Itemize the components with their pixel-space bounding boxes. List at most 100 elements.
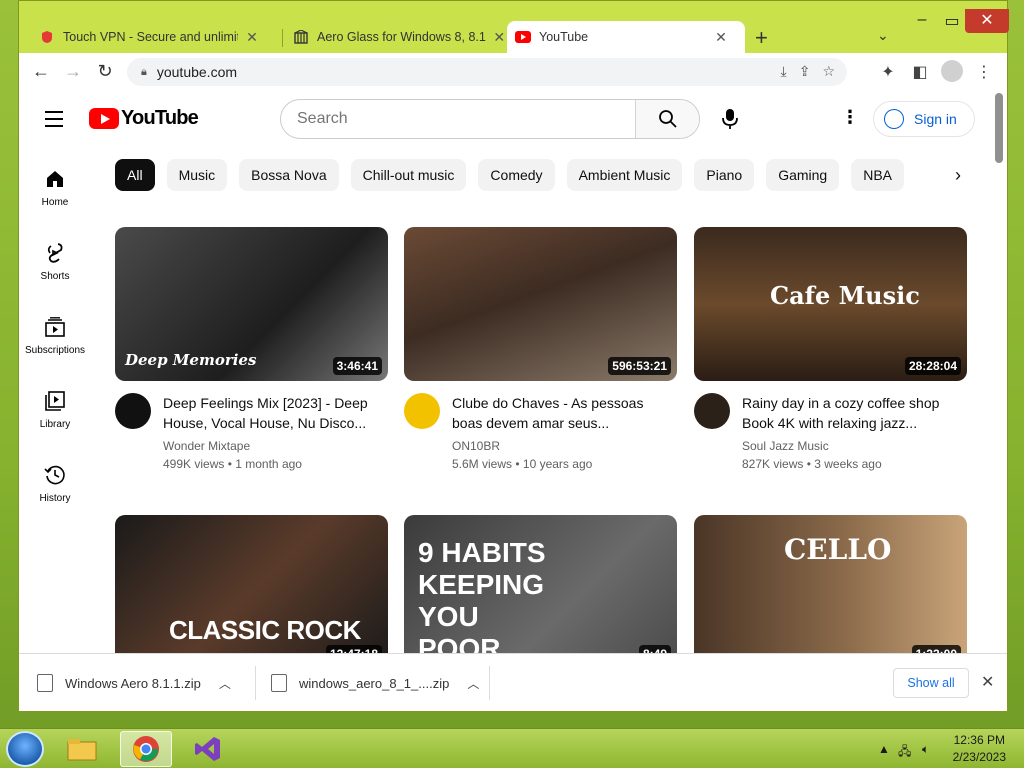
sidebar-item-history[interactable]: History (19, 463, 91, 504)
chip-all[interactable]: All (115, 159, 155, 191)
video-card[interactable]: CLASSIC ROCK 12:47:18 (115, 515, 388, 653)
chevron-up-icon[interactable]: ︿ (219, 675, 231, 692)
search-input[interactable]: Search (281, 100, 635, 138)
close-tab-icon[interactable]: ✕ (244, 29, 260, 46)
close-tab-icon[interactable]: ✕ (492, 29, 507, 46)
channel-avatar[interactable] (404, 393, 440, 429)
youtube-logo[interactable]: YouTube (89, 107, 199, 130)
video-thumbnail[interactable]: 596:53:21 (404, 227, 677, 381)
video-stats: 5.6M views • 10 years ago (452, 457, 593, 471)
show-hidden-icons-icon[interactable]: ▲ (878, 742, 890, 756)
page-scrollbar[interactable] (995, 93, 1003, 163)
channel-avatar[interactable] (694, 393, 730, 429)
tab-search-chevron-icon[interactable]: ⌄ (877, 27, 889, 44)
browser-toolbar: ← → ↻ 🔒︎ youtube.com ⤓ ⇪ ☆ ✦ ◧ ⋮ (19, 53, 1007, 91)
back-arrow-icon[interactable]: ← (29, 61, 53, 82)
tab-youtube[interactable]: YouTube ✕ (507, 21, 745, 53)
chevron-up-icon[interactable]: ︿ (467, 675, 479, 692)
chip-comedy[interactable]: Comedy (478, 159, 555, 191)
chrome-menu-icon[interactable]: ⋮ (973, 62, 995, 82)
forward-arrow-icon[interactable]: → (61, 61, 85, 82)
sidebar-item-home[interactable]: Home (19, 167, 91, 208)
install-app-icon[interactable]: ⤓ (781, 63, 787, 80)
tab-aero-glass[interactable]: Aero Glass for Windows 8, 8.1, and ✕ (285, 21, 515, 53)
share-icon[interactable]: ⇪ (799, 63, 811, 80)
subscriptions-icon (19, 315, 91, 339)
address-bar[interactable]: 🔒︎ youtube.com ⤓ ⇪ ☆ (127, 58, 847, 86)
thumbnail-text: Deep Memories (125, 351, 257, 369)
taskbar-clock[interactable]: 12:36 PM 2/23/2023 (953, 732, 1006, 766)
sidebar-item-shorts[interactable]: Shorts (19, 241, 91, 282)
chrome-taskbar-icon[interactable] (120, 731, 172, 767)
sidebar-item-label: History (39, 493, 71, 504)
close-tab-icon[interactable]: ✕ (713, 29, 729, 46)
video-duration: 3:46:41 (332, 357, 382, 375)
network-icon[interactable]: 🖧︎ (898, 742, 911, 763)
start-button[interactable] (6, 731, 44, 767)
hamburger-menu-icon[interactable] (45, 111, 63, 132)
download-item[interactable]: windows_aero_8_1_....zip ︿ (271, 668, 479, 698)
video-stats: 499K views • 1 month ago (163, 457, 302, 471)
video-thumbnail[interactable]: 9 HABITS KEEPING YOU POOR 8:49 (404, 515, 677, 653)
chip-music[interactable]: Music (166, 159, 228, 191)
video-title[interactable]: Rainy day in a cozy coffee shop Book 4K … (742, 393, 967, 433)
chip-bossa-nova[interactable]: Bossa Nova (239, 159, 339, 191)
video-thumbnail[interactable]: Cafe Music 28:28:04 (694, 227, 967, 381)
sidebar-item-label: Subscriptions (24, 345, 86, 356)
search-box[interactable]: Search (280, 99, 700, 139)
bookmark-star-icon[interactable]: ☆ (822, 63, 835, 80)
close-window-icon[interactable]: ✕ (965, 9, 1009, 33)
video-thumbnail[interactable]: Deep Memories 3:46:41 (115, 227, 388, 381)
channel-avatar[interactable] (115, 393, 151, 429)
tab-touch-vpn[interactable]: Touch VPN - Secure and unlimited ✕ (31, 21, 279, 53)
profile-avatar-icon[interactable] (941, 60, 963, 82)
channel-name[interactable]: ON10BR (452, 439, 677, 453)
video-card[interactable]: 9 HABITS KEEPING YOU POOR 8:49 (404, 515, 677, 653)
minimize-icon[interactable]: – (907, 11, 937, 33)
show-all-button[interactable]: Show all (893, 668, 969, 698)
thumbnail-text: CELLO (784, 533, 892, 566)
clock-time: 12:36 PM (953, 733, 1005, 747)
microphone-icon[interactable] (721, 108, 739, 135)
file-explorer-icon[interactable] (56, 731, 108, 767)
tab-title: Aero Glass for Windows 8, 8.1, and (317, 30, 486, 44)
sidebar-item-subscriptions[interactable]: Subscriptions (19, 315, 91, 356)
chevron-right-icon[interactable]: › (955, 165, 961, 186)
video-duration: 1:22:00 (911, 645, 961, 653)
zip-file-icon (271, 674, 287, 692)
search-button[interactable] (635, 100, 699, 138)
close-download-bar-icon[interactable]: ✕ (981, 672, 994, 692)
video-card[interactable]: 596:53:21 Clube do Chaves - As pessoas b… (404, 227, 677, 471)
chip-piano[interactable]: Piano (694, 159, 755, 191)
settings-more-icon[interactable]: ⋮ (841, 107, 859, 128)
sidebar-item-library[interactable]: Library (19, 389, 91, 430)
reload-icon[interactable]: ↻ (93, 61, 117, 82)
visual-studio-icon[interactable] (182, 731, 234, 767)
side-panel-icon[interactable]: ◧ (909, 62, 931, 82)
new-tab-button[interactable]: + (755, 25, 768, 51)
chip-chill-out-music[interactable]: Chill-out music (350, 159, 467, 191)
video-card[interactable]: CELLO 1:22:00 (694, 515, 967, 653)
channel-name[interactable]: Wonder Mixtape (163, 439, 388, 453)
video-thumbnail[interactable]: CELLO 1:22:00 (694, 515, 967, 653)
video-title[interactable]: Deep Feelings Mix [2023] - Deep House, V… (163, 393, 388, 433)
volume-icon[interactable]: 🔈︎ (922, 742, 929, 757)
category-chips: All Music Bossa Nova Chill-out music Com… (115, 159, 967, 191)
youtube-header: YouTube Search ⋮ Sign in (19, 91, 1007, 147)
extensions-puzzle-icon[interactable]: ✦ (877, 62, 899, 82)
chip-nba[interactable]: NBA (851, 159, 905, 191)
sign-in-button[interactable]: Sign in (873, 101, 975, 137)
search-icon (658, 110, 677, 128)
video-card[interactable]: Cafe Music 28:28:04 Rainy day in a cozy … (694, 227, 967, 471)
video-title[interactable]: Clube do Chaves - As pessoas boas devem … (452, 393, 677, 433)
chip-ambient-music[interactable]: Ambient Music (566, 159, 683, 191)
thumbnail-text: CLASSIC ROCK (169, 615, 361, 645)
download-item[interactable]: Windows Aero 8.1.1.zip ︿ (37, 668, 231, 698)
video-duration: 12:47:18 (325, 645, 382, 653)
video-thumbnail[interactable]: CLASSIC ROCK 12:47:18 (115, 515, 388, 653)
chip-gaming[interactable]: Gaming (766, 159, 840, 191)
maximize-icon[interactable]: ▭ (937, 11, 967, 33)
channel-name[interactable]: Soul Jazz Music (742, 439, 967, 453)
video-card[interactable]: Deep Memories 3:46:41 Deep Feelings Mix … (115, 227, 388, 471)
zip-file-icon (37, 674, 53, 692)
